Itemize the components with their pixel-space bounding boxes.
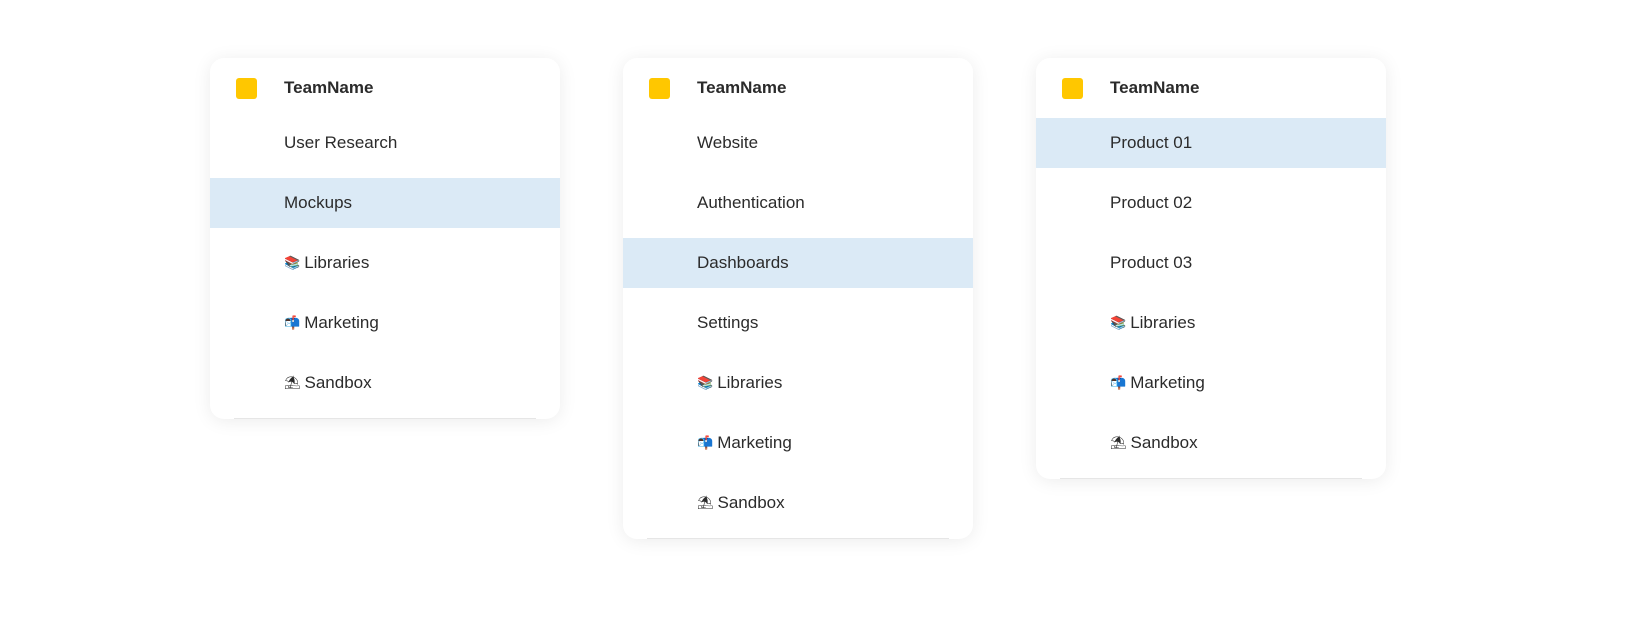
project-item-label: Authentication <box>697 193 805 212</box>
project-item-label: Product 01 <box>1110 133 1193 152</box>
project-item-label: Libraries <box>304 253 370 272</box>
project-item-label: Libraries <box>1130 313 1196 332</box>
project-item-label: Website <box>697 133 759 152</box>
project-item[interactable]: 📬 Marketing <box>1036 358 1386 408</box>
project-item[interactable]: ⛱ Sandbox <box>210 358 560 408</box>
project-emoji-icon: 📚 <box>697 375 714 391</box>
project-emoji-icon: ⛱ <box>284 375 301 391</box>
project-item[interactable]: Settings <box>623 298 973 348</box>
project-item[interactable]: 📬 Marketing <box>623 418 973 468</box>
project-item-label: Sandbox <box>1130 433 1198 452</box>
project-item-label: Product 03 <box>1110 253 1193 272</box>
project-item[interactable]: ⛱ Sandbox <box>1036 418 1386 468</box>
team-color-swatch <box>649 77 670 99</box>
project-emoji-icon: 📚 <box>284 255 301 271</box>
project-item-label: Libraries <box>717 373 783 392</box>
project-item-label: Marketing <box>1130 373 1205 392</box>
project-item[interactable]: ⛱ Sandbox <box>623 478 973 528</box>
project-emoji-icon: 📬 <box>1110 375 1127 391</box>
team-sidebar-panel: TeamName Website Authentication Dashboards S… <box>623 58 973 539</box>
team-header[interactable]: TeamName <box>623 58 973 118</box>
team-color-swatch <box>1062 77 1083 99</box>
project-item-label: Dashboards <box>697 253 789 272</box>
project-item[interactable]: 📚 Libraries <box>210 238 560 288</box>
panel-divider <box>234 418 536 419</box>
project-item[interactable]: 📚 Libraries <box>623 358 973 408</box>
project-item[interactable]: Product 01 <box>1036 118 1386 168</box>
project-item-label: User Research <box>284 133 398 152</box>
project-item[interactable]: Product 02 <box>1036 178 1386 228</box>
panel-divider <box>1060 478 1362 479</box>
project-item[interactable]: Authentication <box>623 178 973 228</box>
project-item-label: Mockups <box>284 193 353 212</box>
project-item-label: Marketing <box>304 313 379 332</box>
project-item-label: Product 02 <box>1110 193 1193 212</box>
project-item[interactable]: Product 03 <box>1036 238 1386 288</box>
team-header[interactable]: TeamName <box>1036 58 1386 118</box>
project-item-label: Settings <box>697 313 759 332</box>
project-list: Product 01 Product 02 Product 03 📚 Libraries… <box>1036 118 1386 468</box>
project-emoji-icon: 📬 <box>284 315 301 331</box>
team-sidebar-panel: TeamName Product 01 Product 02 Product 03 📚 L… <box>1036 58 1386 479</box>
project-item-label: Sandbox <box>717 493 785 512</box>
project-list: User Research Mockups 📚 Libraries 📬 Marketing… <box>210 118 560 408</box>
project-emoji-icon: ⛱ <box>697 495 714 511</box>
project-item-label: Marketing <box>717 433 792 452</box>
team-color-swatch <box>236 77 257 99</box>
project-item[interactable]: Mockups <box>210 178 560 228</box>
project-item-label: Sandbox <box>304 373 372 392</box>
project-item[interactable]: Dashboards <box>623 238 973 288</box>
project-list: Website Authentication Dashboards Settings 📚… <box>623 118 973 528</box>
team-header[interactable]: TeamName <box>210 58 560 118</box>
project-item[interactable]: Website <box>623 118 973 168</box>
team-sidebar-panel: TeamName User Research Mockups 📚 Libraries 📬 M… <box>210 58 560 419</box>
project-emoji-icon: 📬 <box>697 435 714 451</box>
project-item[interactable]: 📚 Libraries <box>1036 298 1386 348</box>
team-name: TeamName <box>284 78 374 97</box>
team-name: TeamName <box>1110 78 1200 97</box>
project-item[interactable]: User Research <box>210 118 560 168</box>
panel-divider <box>647 538 949 539</box>
project-emoji-icon: ⛱ <box>1110 435 1127 451</box>
project-item[interactable]: 📬 Marketing <box>210 298 560 348</box>
project-emoji-icon: 📚 <box>1110 315 1127 331</box>
team-name: TeamName <box>697 78 787 97</box>
stage: TeamName User Research Mockups 📚 Libraries 📬 M… <box>0 0 1640 624</box>
